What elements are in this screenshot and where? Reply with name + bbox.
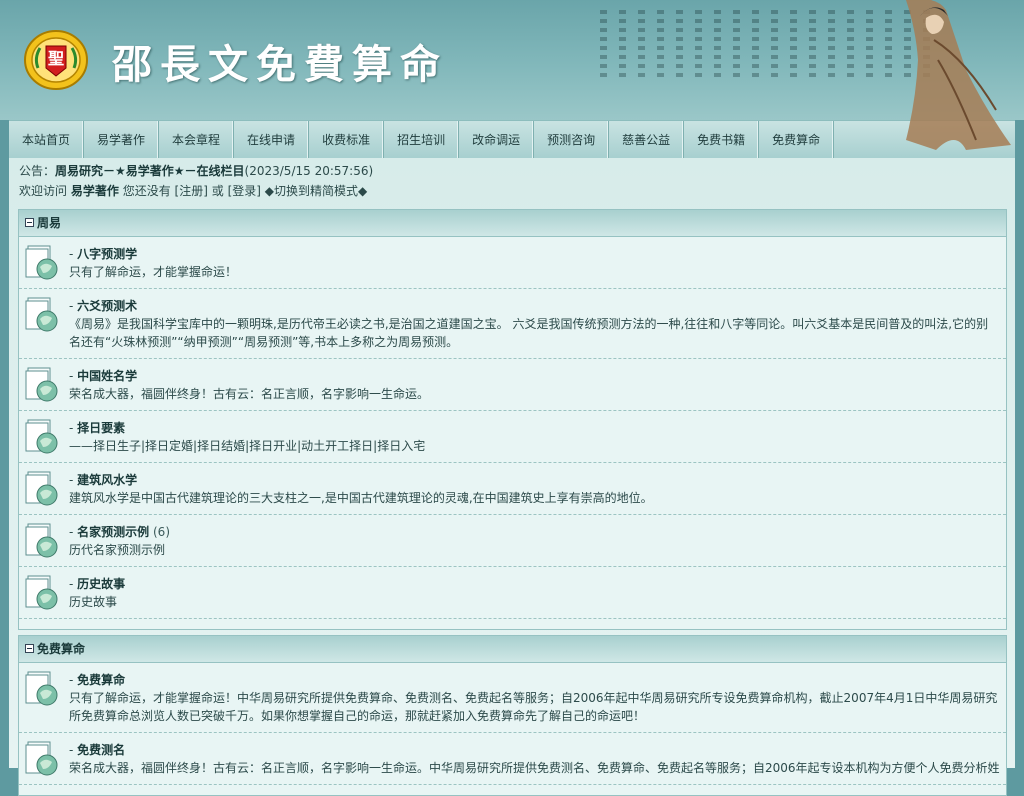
forum-title-link[interactable]: 中国姓名学 (77, 369, 137, 383)
nav-works[interactable]: 易学著作 (84, 121, 160, 159)
notice-link[interactable]: 周易研究－★易学著作★－在线栏目 (55, 164, 245, 178)
nav-charter[interactable]: 本会章程 (159, 121, 235, 159)
forum-row: - 择日要素 ——择日生子|择日定婚|择日结婚|择日开业|动土开工择日|择日入宅 (19, 411, 1006, 463)
forum-title-link[interactable]: 六爻预测术 (77, 299, 137, 313)
forum-description: 历史故事 (69, 595, 118, 609)
forum-description: 建筑风水学是中国古代建筑理论的三大支柱之一,是中国古代建筑理论的灵魂,在中国建筑… (69, 491, 653, 505)
forum-row: - 历史故事 历史故事 (19, 567, 1006, 619)
forum-description: 只有了解命运，才能掌握命运！中华周易研究所提供免费算命、免费测名、免费起名等服务… (69, 691, 998, 723)
forum-description: 荣名成大器，福圆伴终身！古有云：名正言顺，名字影响一生命运。 (69, 387, 430, 401)
forum-row: - 免费测名荣名成大器，福圆伴终身！古有云：名正言顺，名字影响一生命运。中华周易… (19, 733, 1006, 785)
nav-charity[interactable]: 慈善公益 (609, 121, 685, 159)
forum-title-link[interactable]: 历史故事 (77, 577, 125, 591)
welcome-prefix: 欢迎访问 (19, 184, 68, 198)
forum-title-line: - 八字预测学 (69, 247, 138, 261)
forum-title-link[interactable]: 建筑风水学 (77, 473, 137, 487)
forum-title-line: - 中国姓名学 (69, 369, 138, 383)
forum-title-link[interactable]: 八字预测学 (77, 247, 137, 261)
announcement: 公告：周易研究－★易学著作★－在线栏目(2023/5/15 20:57:56) (19, 162, 373, 179)
forum-icon (25, 471, 59, 507)
forum-icon (25, 575, 59, 611)
nav-apply[interactable]: 在线申请 (234, 121, 310, 159)
forum-icon (25, 297, 59, 333)
section-zhouyi: 周易 - 八字预测学 只有了解命运，才能掌握命运！ - 六爻预测术 《周易》是我国科学宝… (18, 209, 1007, 630)
forum-title-line: - 免费算命 (69, 673, 126, 687)
forum-description: 只有了解命运，才能掌握命运！ (69, 265, 238, 279)
forum-title-line: - 免费测名 (69, 743, 126, 757)
section-footer (19, 619, 1006, 629)
welcome-or: 或 (211, 184, 224, 198)
nav-home[interactable]: 本站首页 (9, 121, 85, 159)
forum-description: 历代名家预测示例 (69, 543, 166, 557)
section-footer (19, 785, 1006, 795)
scholar-illustration (906, 0, 1011, 150)
forum-row: - 六爻预测术《周易》是我国科学宝库中的一颗明珠,是历代帝王必读之书,是治国之道… (19, 289, 1006, 359)
nav-consult[interactable]: 预测咨询 (534, 121, 610, 159)
forum-title-link[interactable]: 择日要素 (77, 421, 125, 435)
nav-free-books[interactable]: 免费书籍 (684, 121, 760, 159)
section-title: 免费算命 (37, 642, 86, 656)
forum-title-link[interactable]: 免费算命 (77, 673, 125, 687)
section-header[interactable]: 周易 (19, 210, 1006, 237)
forum-row: - 中国姓名学荣名成大器，福圆伴终身！古有云：名正言顺，名字影响一生命运。 (19, 359, 1006, 411)
association-logo: 聖 (24, 30, 88, 90)
simple-mode-link[interactable]: ◆切换到精简模式◆ (265, 184, 367, 198)
collapse-icon[interactable] (25, 644, 34, 653)
forum-title-line: - 建筑风水学 (69, 473, 138, 487)
nav-free-fortune[interactable]: 免费算命 (759, 121, 835, 159)
forum-title-line: - 择日要素 (69, 421, 126, 435)
welcome-bar: 欢迎访问 易学著作 您还没有 [注册] 或 [登录] ◆切换到精简模式◆ (19, 182, 367, 199)
section-header[interactable]: 免费算命 (19, 636, 1006, 663)
welcome-site: 易学著作 (70, 184, 119, 198)
notice-label: 公告： (19, 164, 56, 178)
forum-description: 《周易》是我国科学宝库中的一颗明珠,是历代帝王必读之书,是治国之道建国之宝。 六… (69, 317, 989, 349)
forum-title-line: - 名家预测示例 (6) (69, 525, 170, 539)
site-title: 邵長文免費算命 (112, 41, 448, 88)
forum-title-link[interactable]: 名家预测示例 (77, 525, 149, 539)
forum-icon (25, 245, 59, 281)
forum-title-line: - 六爻预测术 (69, 299, 138, 313)
main-content: 公告：周易研究－★易学著作★－在线栏目(2023/5/15 20:57:56) … (9, 158, 1015, 796)
forum-count: (6) (153, 525, 170, 539)
forum-row: - 免费算命只有了解命运，才能掌握命运！中华周易研究所提供免费算命、免费测名、免… (19, 663, 1006, 733)
nav-fortune-change[interactable]: 改命调运 (459, 121, 535, 159)
forum-row: - 八字预测学只有了解命运，才能掌握命运！ (19, 237, 1006, 289)
forum-title-line: - 历史故事 (69, 577, 126, 591)
forum-icon (25, 741, 59, 777)
register-link[interactable]: [注册] (175, 184, 208, 198)
nav-fees[interactable]: 收费标准 (309, 121, 385, 159)
forum-description: 荣名成大器，福圆伴终身！古有云：名正言顺，名字影响一生命运。中华周易研究所提供免… (69, 761, 1000, 775)
collapse-icon[interactable] (25, 218, 34, 227)
logo-text: 聖 (48, 49, 64, 68)
forum-icon (25, 671, 59, 707)
forum-title-link[interactable]: 免费测名 (77, 743, 125, 757)
section-title: 周易 (37, 216, 62, 230)
nav-training[interactable]: 招生培训 (384, 121, 460, 159)
forum-icon (25, 523, 59, 559)
forum-icon (25, 367, 59, 403)
login-link[interactable]: [登录] (228, 184, 261, 198)
notice-time: (2023/5/15 20:57:56) (244, 164, 374, 178)
section-free-fortune: 免费算命 - 免费算命 只有了解命运，才能掌握命运！中华周易研究所提供免费算命、免费… (18, 635, 1007, 796)
forum-icon (25, 419, 59, 455)
forum-row: - 建筑风水学建筑风水学是中国古代建筑理论的三大支柱之一,是中国古代建筑理论的灵… (19, 463, 1006, 515)
forum-description: ——择日生子|择日定婚|择日结婚|择日开业|动土开工择日|择日入宅 (69, 439, 426, 453)
forum-row: - 名家预测示例 (6) 历代名家预测示例 (19, 515, 1006, 567)
welcome-mid: 您还没有 (122, 184, 171, 198)
